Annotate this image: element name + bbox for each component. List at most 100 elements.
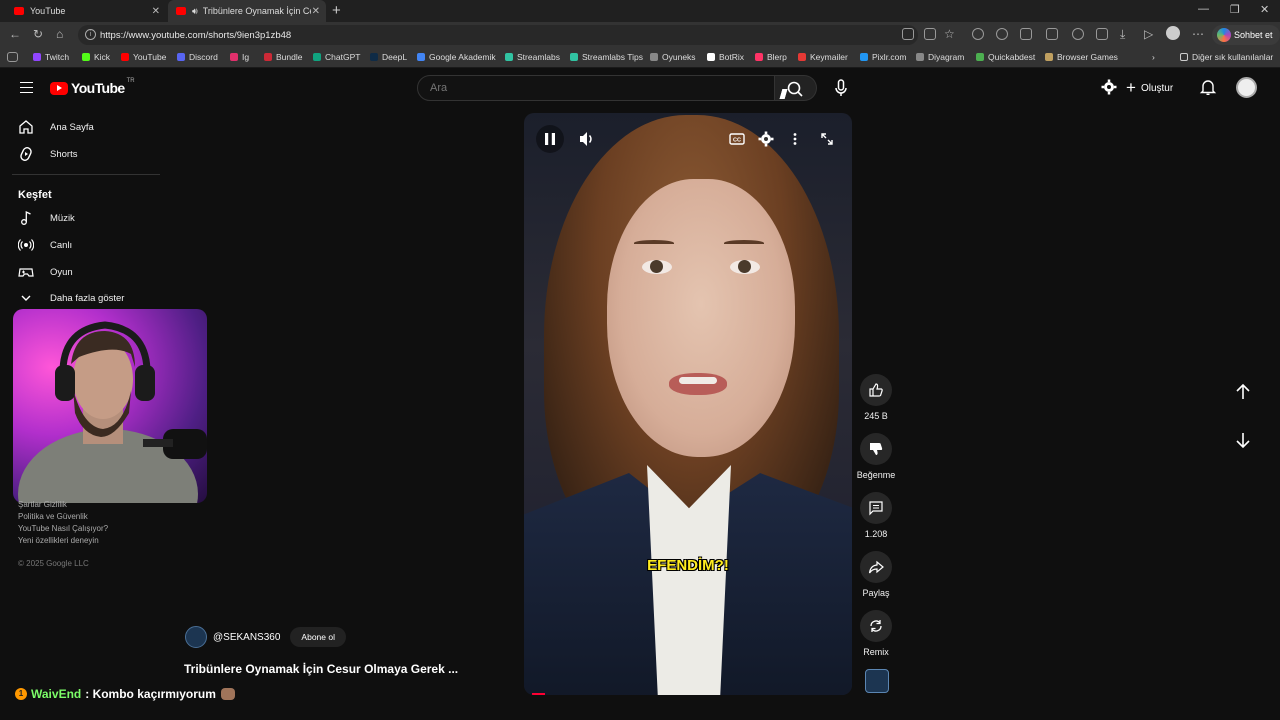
- bookmark-bundle[interactable]: Bundle: [264, 52, 302, 62]
- close-window-icon[interactable]: ✕: [1260, 3, 1269, 16]
- settings-button[interactable]: [753, 126, 779, 152]
- split-screen-icon[interactable]: [1046, 28, 1058, 40]
- copilot-chat-button[interactable]: Sohbet et: [1212, 25, 1280, 45]
- bookmark-browser-games[interactable]: Browser Games: [1045, 52, 1118, 62]
- bookmark-google-akademik[interactable]: Google Akademik: [417, 52, 496, 62]
- sidebar-item-music[interactable]: Müzik: [18, 209, 75, 227]
- captions-icon: CC: [729, 133, 745, 145]
- previous-short-button[interactable]: [1232, 381, 1254, 403]
- reload-icon[interactable]: ↻: [33, 27, 43, 41]
- footer-link-terms[interactable]: Şartlar Gizlilik: [18, 500, 67, 509]
- footer-link-policy[interactable]: Politika ve Güvenlik: [18, 512, 88, 521]
- footer-link-how-youtube-works[interactable]: YouTube Nasıl Çalışıyor?: [18, 524, 108, 533]
- extension-icon[interactable]: [1072, 28, 1084, 40]
- extensions-puzzle-icon[interactable]: [1020, 28, 1032, 40]
- bookmark-favicon-icon: [707, 53, 715, 61]
- tab-actions-icon[interactable]: [7, 52, 18, 62]
- short-video-player[interactable]: EFENDİM?! CC: [524, 113, 852, 695]
- footer-link-new-features[interactable]: Yeni özellikleri deneyin: [18, 536, 99, 545]
- extension-icon[interactable]: [996, 28, 1008, 40]
- create-button[interactable]: + Oluştur: [1126, 77, 1173, 99]
- speaker-icon[interactable]: 🔊︎: [192, 6, 198, 17]
- video-progress-bar[interactable]: [532, 693, 546, 695]
- bookmark-kick[interactable]: Kick: [82, 52, 110, 62]
- bookmark-botrix[interactable]: BotRix: [707, 52, 744, 62]
- home-icon: [19, 120, 33, 134]
- sidebar-item-show-more[interactable]: Daha fazla göster: [18, 289, 124, 307]
- bookmark-streamlabs[interactable]: Streamlabs: [505, 52, 560, 62]
- account-avatar[interactable]: [1236, 77, 1257, 98]
- downloads-icon[interactable]: ⤓: [1120, 27, 1125, 42]
- address-bar[interactable]: i https://www.youtube.com/shorts/9ien3p1…: [78, 25, 918, 45]
- youtube-studio-button[interactable]: [1100, 78, 1118, 96]
- extension-icon[interactable]: [972, 28, 984, 40]
- sidebar-item-home[interactable]: Ana Sayfa: [18, 118, 94, 136]
- restore-icon[interactable]: ❐: [1230, 3, 1240, 16]
- other-favorites-folder[interactable]: Diğer sık kullanılanlar: [1180, 52, 1273, 62]
- subscribe-button[interactable]: Abone ol: [290, 627, 346, 647]
- next-short-button[interactable]: [1232, 429, 1254, 451]
- menu-hamburger-icon[interactable]: [20, 82, 33, 93]
- voice-search-button[interactable]: [830, 77, 852, 99]
- remix-label: Remix: [863, 647, 889, 657]
- bookmark-pixlr-com[interactable]: Pixlr.com: [860, 52, 906, 62]
- bookmark-blerp[interactable]: Blerp: [755, 52, 787, 62]
- home-icon[interactable]: ⌂: [56, 27, 63, 41]
- bookmark-chatgpt[interactable]: ChatGPT: [313, 52, 360, 62]
- url-text: https://www.youtube.com/shorts/9ien3p1zb…: [100, 29, 292, 41]
- fullscreen-button[interactable]: [814, 126, 840, 152]
- bookmark-favicon-icon: [755, 53, 763, 61]
- bookmark-diyagram[interactable]: Diyagram: [916, 52, 964, 62]
- bookmark-deepl[interactable]: DeepL: [370, 52, 407, 62]
- bookmark-discord[interactable]: Discord: [177, 52, 218, 62]
- microphone-icon: [835, 79, 847, 96]
- sidebar-item-shorts[interactable]: Shorts: [18, 145, 77, 163]
- back-icon[interactable]: ←: [9, 27, 21, 41]
- minimize-icon[interactable]: —: [1198, 3, 1209, 15]
- search-input[interactable]: [430, 82, 774, 94]
- collections-icon[interactable]: [1096, 28, 1108, 40]
- bookmark-favicon-icon: [33, 53, 41, 61]
- bookmark-quickabdest[interactable]: Quickabdest: [976, 52, 1035, 62]
- share-button[interactable]: Paylaş: [858, 551, 894, 598]
- favorite-star-icon[interactable]: ☆: [944, 27, 955, 41]
- comments-button[interactable]: 1.208: [858, 492, 894, 539]
- more-options-button[interactable]: [782, 126, 808, 152]
- close-tab-icon[interactable]: ✕: [152, 6, 160, 17]
- tab-current-short[interactable]: 🔊︎ Tribünlere Oynamak İçin Ce ✕: [168, 0, 326, 22]
- bookmark-keymailer[interactable]: Keymailer: [798, 52, 848, 62]
- youtube-logo[interactable]: YouTube TR: [50, 78, 135, 96]
- more-bookmarks-chevron-icon[interactable]: ›: [1152, 52, 1155, 62]
- like-button[interactable]: 245 B: [858, 374, 894, 421]
- youtube-page: YouTube TR + Oluştur Ana Sayfa Shorts Ke…: [0, 68, 1280, 720]
- channel-name[interactable]: @SEKANS360: [213, 632, 280, 643]
- app-icon[interactable]: [902, 28, 914, 40]
- sidebar-item-live[interactable]: Canlı: [18, 236, 72, 254]
- new-tab-button[interactable]: +: [332, 2, 341, 19]
- volume-button[interactable]: [574, 126, 600, 152]
- more-menu-icon[interactable]: ⋯: [1192, 27, 1204, 41]
- play-extension-icon[interactable]: ▷: [1144, 27, 1153, 41]
- bookmark-oyuneks[interactable]: Oyuneks: [650, 52, 696, 62]
- bookmark-label: Ig: [242, 52, 250, 62]
- search-box[interactable]: [417, 75, 775, 101]
- bookmark-youtube[interactable]: YouTube: [121, 52, 166, 62]
- remix-button[interactable]: Remix: [858, 610, 894, 657]
- bookmark-twitch[interactable]: Twitch: [33, 52, 69, 62]
- notifications-button[interactable]: [1199, 78, 1217, 96]
- short-title[interactable]: Tribünlere Oynamak İçin Cesur Olmaya Ger…: [184, 662, 458, 676]
- tab-youtube[interactable]: YouTube ✕: [6, 0, 166, 22]
- plus-icon: +: [1126, 78, 1136, 97]
- browser-profile-avatar[interactable]: [1166, 26, 1180, 40]
- channel-thumbnail[interactable]: [865, 669, 889, 693]
- site-info-icon[interactable]: i: [85, 29, 96, 40]
- bookmark-ig[interactable]: Ig: [230, 52, 249, 62]
- channel-avatar[interactable]: [185, 626, 207, 648]
- dislike-button[interactable]: Beğenme: [854, 433, 898, 480]
- tracking-icon[interactable]: [924, 28, 936, 40]
- sidebar-item-gaming[interactable]: Oyun: [18, 263, 73, 281]
- captions-button[interactable]: CC: [724, 126, 750, 152]
- bookmark-streamlabs-tips[interactable]: Streamlabs Tips: [570, 52, 643, 62]
- pause-button[interactable]: [536, 125, 564, 153]
- close-tab-icon[interactable]: ✕: [312, 6, 320, 17]
